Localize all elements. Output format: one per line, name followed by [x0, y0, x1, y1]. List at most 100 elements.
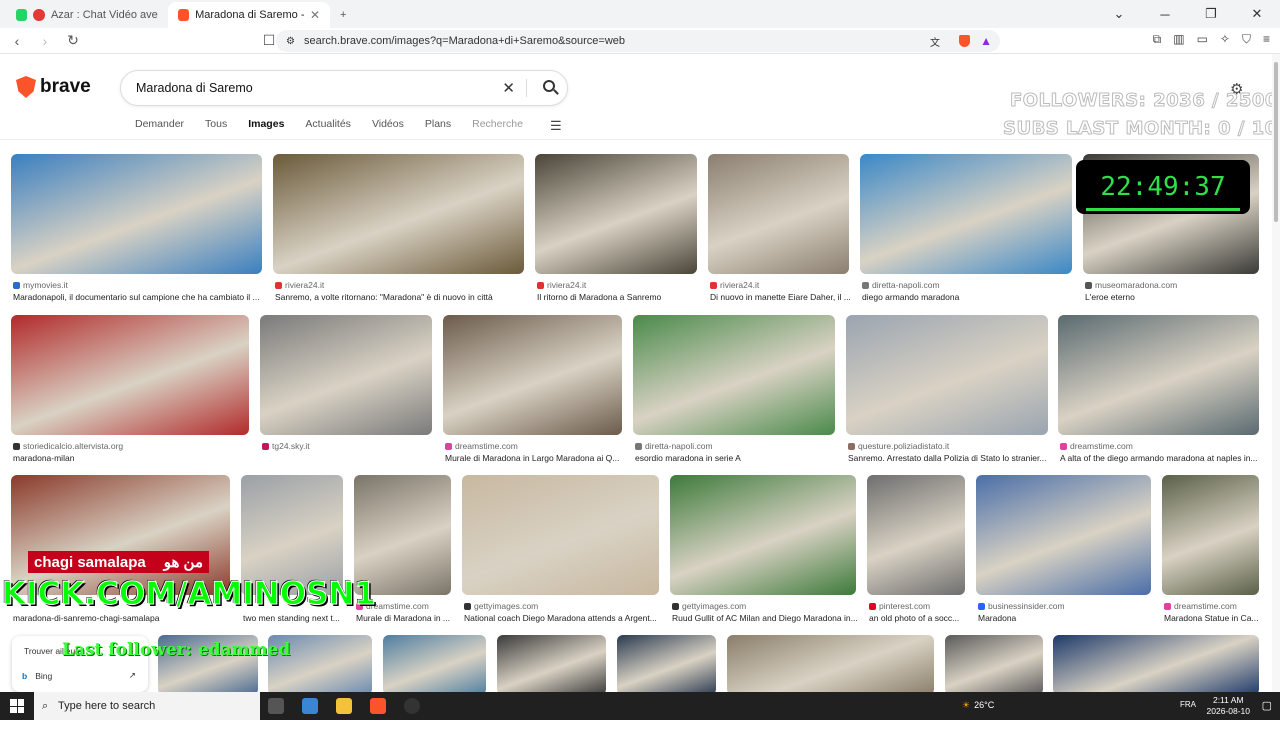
scrollbar[interactable] [1272, 54, 1280, 692]
image-result[interactable]: pinterest.com an old photo of a socc... [867, 475, 965, 629]
restore-button[interactable]: ❐ [1188, 6, 1234, 22]
result-thumbnail[interactable] [273, 154, 524, 274]
result-source[interactable]: dreamstime.com [1060, 441, 1261, 451]
result-thumbnail[interactable] [860, 154, 1072, 274]
store-icon[interactable] [302, 698, 318, 714]
minimize-button[interactable]: ─ [1142, 7, 1188, 22]
result-thumbnail[interactable] [945, 635, 1043, 695]
result-source[interactable]: tg24.sky.it [262, 441, 434, 451]
image-result[interactable]: diretta-napoli.com esordio maradona in se… [633, 315, 835, 469]
brave-taskbar-icon[interactable] [370, 698, 386, 714]
result-thumbnail[interactable] [443, 315, 622, 435]
reload-icon[interactable]: ↻ [62, 32, 84, 49]
result-thumbnail[interactable] [1162, 475, 1259, 595]
image-result[interactable]: gettyimages.com National coach Diego Mara… [462, 475, 659, 629]
result-thumbnail[interactable] [462, 475, 659, 595]
bing-link[interactable]: b Bing ↗ [22, 670, 136, 681]
result-source[interactable]: dreamstime.com [1164, 601, 1261, 611]
search-box[interactable]: Maradona di Saremo ✕ [120, 70, 568, 106]
back-icon[interactable]: ‹ [6, 33, 28, 49]
result-title[interactable]: Sanremo, a volte ritornano: "Maradona" è… [275, 292, 526, 302]
brave-shields-icon[interactable] [959, 35, 970, 47]
image-result[interactable]: questure.poliziadistato.it Sanremo. Arres… [846, 315, 1048, 469]
leo-icon[interactable]: ✧ [1220, 32, 1230, 47]
result-title[interactable]: National coach Diego Maradona attends a … [464, 613, 661, 623]
image-result[interactable]: riviera24.it Il ritorno di Maradona a San… [535, 154, 697, 308]
result-thumbnail[interactable] [633, 315, 835, 435]
search-input[interactable]: Maradona di Saremo [136, 81, 253, 95]
result-source[interactable]: gettyimages.com [464, 601, 661, 611]
image-result[interactable]: dreamstime.com Maradona Statue in Ca... [1162, 475, 1259, 629]
result-source[interactable]: riviera24.it [537, 280, 699, 290]
result-thumbnail[interactable] [1058, 315, 1259, 435]
forward-icon[interactable]: › [34, 33, 56, 49]
result-title[interactable]: diego armando maradona [862, 292, 1074, 302]
result-source[interactable]: dreamstime.com [445, 441, 624, 451]
result-source[interactable]: diretta-napoli.com [635, 441, 837, 451]
extensions-icon[interactable]: ⧉ [1153, 32, 1162, 47]
tab-actualites[interactable]: Actualités [305, 118, 351, 130]
notifications-icon[interactable]: ▢ [1262, 699, 1272, 712]
result-source[interactable]: diretta-napoli.com [862, 280, 1074, 290]
result-source[interactable]: museomaradona.com [1085, 280, 1261, 290]
result-source[interactable]: mymovies.it [13, 280, 264, 290]
result-thumbnail[interactable] [867, 475, 965, 595]
result-thumbnail[interactable] [11, 154, 262, 274]
result-title[interactable]: esordio maradona in serie A [635, 453, 837, 463]
image-result[interactable]: tg24.sky.it [260, 315, 432, 469]
result-thumbnail[interactable] [11, 315, 249, 435]
result-thumbnail[interactable] [617, 635, 716, 695]
tab-search-icon[interactable]: ⌄ [1096, 6, 1142, 22]
result-source[interactable]: riviera24.it [710, 280, 851, 290]
share-icon[interactable]: ↗ [129, 670, 136, 681]
tab-azar[interactable]: Azar : Chat Vidéo avec de nouve [6, 2, 168, 28]
result-thumbnail[interactable] [670, 475, 856, 595]
result-title[interactable]: Murale di Maradona in ... [356, 613, 453, 623]
filters-icon[interactable]: ☰ [550, 118, 562, 134]
result-thumbnail[interactable] [727, 635, 934, 695]
language-indicator[interactable]: FRA [1180, 700, 1196, 709]
image-result[interactable]: storiedicalcio.altervista.org maradona-mi… [11, 315, 249, 469]
site-info-icon[interactable]: ⚙ [286, 36, 295, 47]
translate-icon[interactable]: 文 [930, 34, 940, 49]
result-title[interactable]: two men standing next t... [243, 613, 345, 623]
result-thumbnail[interactable] [535, 154, 697, 274]
close-tab-icon[interactable]: ✕ [310, 8, 320, 22]
result-title[interactable]: Maradona Statue in Ca... [1164, 613, 1261, 623]
menu-icon[interactable]: ≡ [1263, 32, 1270, 47]
result-title[interactable]: Maradonapoli, il documentario sul campio… [13, 292, 264, 302]
clock[interactable]: 2:11 AM 2026-08-10 [1207, 695, 1250, 717]
scrollbar-thumb[interactable] [1274, 62, 1278, 222]
image-result[interactable]: diretta-napoli.com diego armando maradona [860, 154, 1072, 308]
image-result[interactable]: businessinsider.com Maradona [976, 475, 1151, 629]
result-title[interactable]: Maradona [978, 613, 1153, 623]
tab-maradona[interactable]: Maradona di Saremo - Brave Se ✕ [168, 2, 330, 28]
result-source[interactable]: businessinsider.com [978, 601, 1153, 611]
clear-icon[interactable]: ✕ [502, 79, 515, 97]
result-title[interactable]: L'eroe eterno [1085, 292, 1261, 302]
new-tab-button[interactable]: + [330, 2, 356, 28]
brave-logo[interactable]: brave [16, 76, 91, 98]
tab-videos[interactable]: Vidéos [372, 118, 404, 130]
vpn-icon[interactable]: ⛉ [1242, 32, 1251, 47]
tab-plans[interactable]: Plans [425, 118, 451, 130]
image-result[interactable]: riviera24.it Di nuovo in manette Eiare Da… [708, 154, 851, 308]
result-source[interactable]: riviera24.it [275, 280, 526, 290]
brave-rewards-icon[interactable]: ▲ [980, 34, 992, 48]
image-result[interactable]: dreamstime.com Murale di Maradona in Larg… [443, 315, 622, 469]
result-title[interactable]: Murale di Maradona in Largo Maradona ai … [445, 453, 624, 463]
image-result[interactable]: mymovies.it Maradonapoli, il documentario… [11, 154, 262, 308]
obs-icon[interactable] [404, 698, 420, 714]
taskbar-search[interactable]: ⌕ Type here to search [34, 692, 260, 720]
wallet-icon[interactable]: ▭ [1197, 32, 1208, 47]
file-explorer-icon[interactable] [336, 698, 352, 714]
image-result[interactable]: riviera24.it Sanremo, a volte ritornano: … [273, 154, 524, 308]
result-source[interactable]: gettyimages.com [672, 601, 858, 611]
result-title[interactable]: an old photo of a socc... [869, 613, 967, 623]
weather-widget[interactable]: ☀ 26°C [962, 700, 994, 711]
search-icon[interactable] [543, 80, 555, 92]
result-source[interactable]: questure.poliziadistato.it [848, 441, 1050, 451]
result-title[interactable]: Ruud Gullit of AC Milan and Diego Marado… [672, 613, 858, 623]
image-result[interactable]: dreamstime.com A alta of the diego armand… [1058, 315, 1259, 469]
result-thumbnail[interactable] [708, 154, 849, 274]
